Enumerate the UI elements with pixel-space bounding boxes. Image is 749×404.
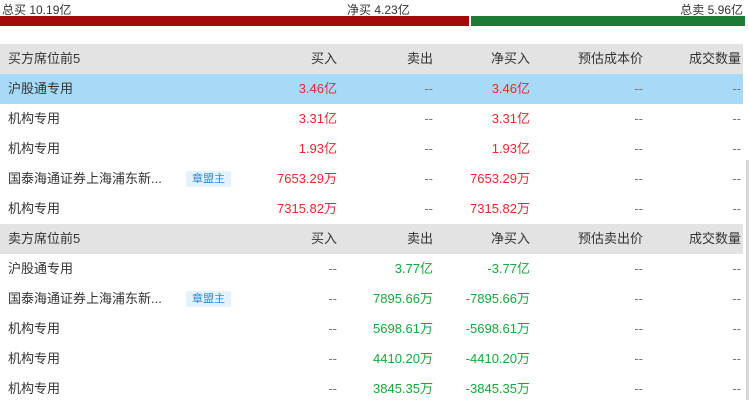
table-row[interactable]: 机构专用 3.31亿 -- 3.31亿 -- --	[0, 104, 743, 134]
table-row[interactable]: 机构专用 -- 3845.35万 -3845.35万 -- --	[0, 374, 743, 404]
cell-buy: --	[328, 291, 337, 306]
cell-price: --	[634, 261, 643, 276]
header-net: 净买入	[490, 51, 530, 66]
cell-sell: --	[424, 81, 433, 96]
sell-seats-table: 卖方席位前5 买入 卖出 净买入 预估卖出价 成交数量沪股通专用 -- 3.77亿 -3.77亿…	[0, 224, 743, 404]
seat-name-link[interactable]: 沪股通专用	[8, 254, 178, 284]
cell-volume: --	[732, 291, 741, 306]
seat-name-link[interactable]: 机构专用	[8, 374, 178, 404]
cell-sell: --	[424, 171, 433, 186]
header-volume: 成交数量	[688, 231, 741, 246]
cell-buy: --	[328, 351, 337, 366]
sell-ratio-bar	[471, 16, 745, 26]
cell-sell: --	[424, 201, 433, 216]
seat-name-link[interactable]: 机构专用	[8, 104, 178, 134]
cell-buy: --	[328, 261, 337, 276]
cell-sell: --	[424, 141, 433, 156]
cell-net: 3.31亿	[491, 111, 530, 126]
table-row[interactable]: 机构专用 -- 5698.61万 -5698.61万 -- --	[0, 314, 743, 344]
cell-price: --	[634, 111, 643, 126]
buy-seats-table: 买方席位前5 买入 卖出 净买入 预估成本价 成交数量沪股通专用 3.46亿 -- 3.46亿 -…	[0, 44, 743, 224]
table-row[interactable]: 国泰海通证券上海浦东新... 7653.29万 -- 7653.29万 -- -- 章盟主	[0, 164, 743, 194]
cell-sell: 5698.61万	[373, 321, 433, 336]
cell-price: --	[634, 81, 643, 96]
table-row[interactable]: 机构专用 -- 4410.20万 -4410.20万 -- --	[0, 344, 743, 374]
cell-price: --	[634, 201, 643, 216]
seat-name-link[interactable]: 机构专用	[8, 314, 178, 344]
sell_table-header-row: 卖方席位前5 买入 卖出 净买入 预估卖出价 成交数量	[0, 224, 743, 254]
header-buy: 买入	[310, 231, 337, 246]
seat-tag-badge[interactable]: 章盟主	[186, 171, 231, 187]
header-sell: 卖出	[406, 51, 433, 66]
seat-name-link[interactable]: 机构专用	[8, 344, 178, 374]
cell-sell: 3.77亿	[394, 261, 433, 276]
cell-volume: --	[732, 381, 741, 396]
cell-buy: --	[328, 321, 337, 336]
seat-name-link[interactable]: 沪股通专用	[8, 74, 178, 104]
header-seat: 卖方席位前5	[8, 231, 81, 246]
table-row[interactable]: 机构专用 7315.82万 -- 7315.82万 -- --	[0, 194, 743, 224]
cell-buy: 3.46亿	[298, 81, 337, 96]
cell-sell: 4410.20万	[373, 351, 433, 366]
header-seat: 买方席位前5	[8, 51, 81, 66]
cell-price: --	[634, 321, 643, 336]
cell-buy: --	[328, 381, 337, 396]
cell-volume: --	[732, 201, 741, 216]
cell-volume: --	[732, 141, 741, 156]
table-row[interactable]: 沪股通专用 -- 3.77亿 -3.77亿 -- --	[0, 254, 743, 284]
buy-ratio-bar	[0, 16, 469, 26]
cell-net: -5698.61万	[465, 321, 530, 336]
cell-price: --	[634, 351, 643, 366]
cell-sell: 3845.35万	[373, 381, 433, 396]
cell-net: -3845.35万	[465, 381, 530, 396]
cell-volume: --	[732, 171, 741, 186]
cell-volume: --	[732, 321, 741, 336]
cell-price: --	[634, 141, 643, 156]
buy-sell-ratio-bar	[0, 16, 749, 26]
cell-volume: --	[732, 261, 741, 276]
cell-price: --	[634, 291, 643, 306]
header-buy: 买入	[310, 51, 337, 66]
seat-name-link[interactable]: 机构专用	[8, 194, 178, 224]
header-price: 预估卖出价	[577, 231, 643, 246]
cell-buy: 7653.29万	[277, 171, 337, 186]
header-sell: 卖出	[406, 231, 433, 246]
cell-buy: 1.93亿	[298, 141, 337, 156]
header-net: 净买入	[490, 231, 530, 246]
cell-net: -7895.66万	[465, 291, 530, 306]
cell-net: 7653.29万	[470, 171, 530, 186]
header-volume: 成交数量	[688, 51, 741, 66]
cell-net: 7315.82万	[470, 201, 530, 216]
table-row[interactable]: 国泰海通证券上海浦东新... -- 7895.66万 -7895.66万 -- -- 章盟主	[0, 284, 743, 314]
cell-net: -4410.20万	[465, 351, 530, 366]
buy_table-header-row: 买方席位前5 买入 卖出 净买入 预估成本价 成交数量	[0, 44, 743, 74]
cell-volume: --	[732, 351, 741, 366]
seat-name-link[interactable]: 机构专用	[8, 134, 178, 164]
cell-price: --	[634, 171, 643, 186]
table-row[interactable]: 沪股通专用 3.46亿 -- 3.46亿 -- --	[0, 74, 743, 104]
cell-net: 1.93亿	[491, 141, 530, 156]
table-row[interactable]: 机构专用 1.93亿 -- 1.93亿 -- --	[0, 134, 743, 164]
cell-volume: --	[732, 81, 741, 96]
cell-buy: 3.31亿	[298, 111, 337, 126]
seat-tag-badge[interactable]: 章盟主	[186, 291, 231, 307]
seat-name-link[interactable]: 国泰海通证券上海浦东新...	[8, 164, 178, 194]
cell-volume: --	[732, 111, 741, 126]
summary-header: 总买 10.19亿 净买 4.23亿 总卖 5.96亿	[0, 0, 749, 17]
cell-sell: --	[424, 111, 433, 126]
cell-price: --	[634, 381, 643, 396]
cell-net: -3.77亿	[487, 261, 530, 276]
cell-buy: 7315.82万	[277, 201, 337, 216]
seat-name-link[interactable]: 国泰海通证券上海浦东新...	[8, 284, 178, 314]
cell-sell: 7895.66万	[373, 291, 433, 306]
header-price: 预估成本价	[577, 51, 643, 66]
cell-net: 3.46亿	[491, 81, 530, 96]
